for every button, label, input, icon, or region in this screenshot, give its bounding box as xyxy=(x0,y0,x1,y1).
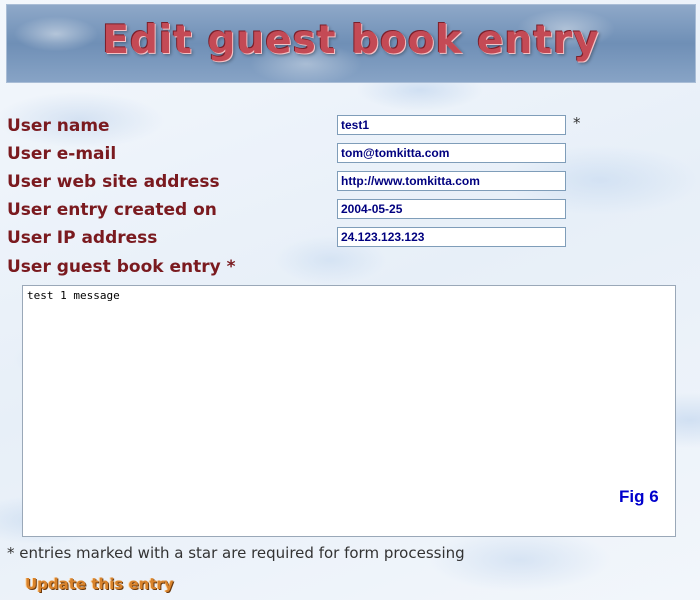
figure-label: Fig 6 xyxy=(619,487,659,506)
created-on-label: User entry created on xyxy=(7,200,217,220)
required-star: * xyxy=(573,114,581,132)
user-name-field[interactable]: test1 xyxy=(337,115,566,135)
user-ip-field[interactable]: 24.123.123.123 xyxy=(337,227,566,247)
page-title: Edit guest book entry xyxy=(102,18,600,63)
user-website-label: User web site address xyxy=(7,172,220,192)
update-entry-button[interactable]: Update this entry xyxy=(25,575,174,593)
guest-book-entry-textarea[interactable]: test 1 message xyxy=(22,285,676,537)
user-ip-label: User IP address xyxy=(7,228,158,248)
user-name-label: User name xyxy=(7,116,110,136)
user-website-field[interactable]: http://www.tomkitta.com xyxy=(337,171,566,191)
required-note: * entries marked with a star are require… xyxy=(7,544,465,562)
created-on-field[interactable]: 2004-05-25 xyxy=(337,199,566,219)
header-banner: Edit guest book entry xyxy=(6,4,696,83)
guest-book-entry-label: User guest book entry * xyxy=(7,257,236,277)
user-email-field[interactable]: tom@tomkitta.com xyxy=(337,143,566,163)
user-email-label: User e-mail xyxy=(7,144,117,164)
